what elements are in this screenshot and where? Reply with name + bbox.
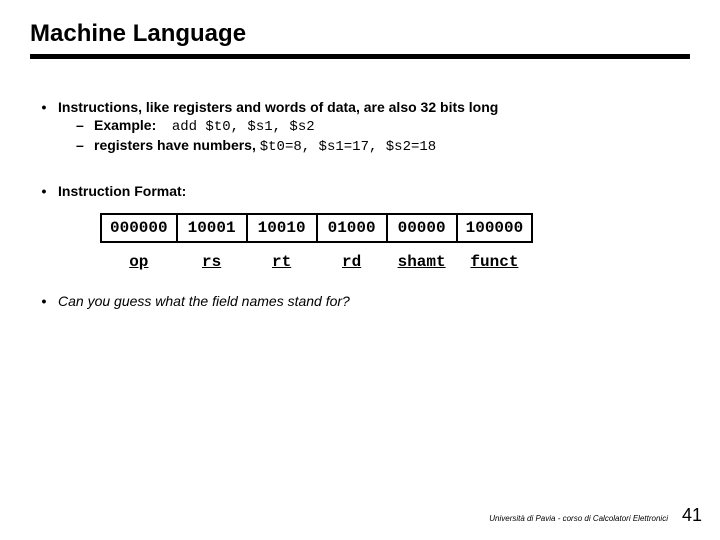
bullet-dot: • <box>30 293 58 309</box>
sub1-prefix: Example: <box>94 117 156 133</box>
bullet-3-text: Can you guess what the field names stand… <box>58 293 690 309</box>
label-rt: rt <box>247 242 317 275</box>
bullet-2-text: Instruction Format: <box>58 183 690 199</box>
label-rd: rd <box>317 242 387 275</box>
table-label-row: op rs rt rd shamt funct <box>101 242 532 275</box>
label-op: op <box>101 242 177 275</box>
cell-shamt: 00000 <box>387 214 457 242</box>
footer-credit: Università di Pavia - corso di Calcolato… <box>489 514 668 523</box>
bullet-3: • Can you guess what the field names sta… <box>30 293 690 309</box>
bullet-2: • Instruction Format: <box>30 183 690 199</box>
instruction-table-wrap: 000000 10001 10010 01000 00000 100000 op… <box>30 213 690 275</box>
sub1-code: add $t0, $s1, $s2 <box>172 119 315 135</box>
sub2-code: $t0=8, $s1=17, $s2=18 <box>260 139 436 155</box>
title-rule <box>30 54 690 59</box>
cell-funct: 100000 <box>457 214 533 242</box>
instruction-format-table: 000000 10001 10010 01000 00000 100000 op… <box>100 213 533 275</box>
table-data-row: 000000 10001 10010 01000 00000 100000 <box>101 214 532 242</box>
label-shamt: shamt <box>387 242 457 275</box>
cell-rd: 01000 <box>317 214 387 242</box>
bullet-dash: – <box>76 137 94 155</box>
cell-rs: 10001 <box>177 214 247 242</box>
bullet-list: • Instructions, like registers and words… <box>30 99 690 309</box>
bullet-1-sub-1: – Example: add $t0, $s1, $s2 <box>58 117 690 135</box>
bullet-dot: • <box>30 183 58 199</box>
bullet-dash: – <box>76 117 94 135</box>
cell-op: 000000 <box>101 214 177 242</box>
page-title: Machine Language <box>30 20 690 48</box>
label-funct: funct <box>457 242 533 275</box>
slide: Machine Language • Instructions, like re… <box>0 0 720 540</box>
bullet-dot: • <box>30 99 58 155</box>
footer: Università di Pavia - corso di Calcolato… <box>489 505 702 526</box>
sub2-prefix: registers have numbers, <box>94 137 256 153</box>
label-rs: rs <box>177 242 247 275</box>
bullet-1-text: Instructions, like registers and words o… <box>58 99 690 115</box>
bullet-1-sub-2: – registers have numbers, $t0=8, $s1=17,… <box>58 137 690 155</box>
cell-rt: 10010 <box>247 214 317 242</box>
page-number: 41 <box>682 505 702 526</box>
bullet-1: • Instructions, like registers and words… <box>30 99 690 155</box>
